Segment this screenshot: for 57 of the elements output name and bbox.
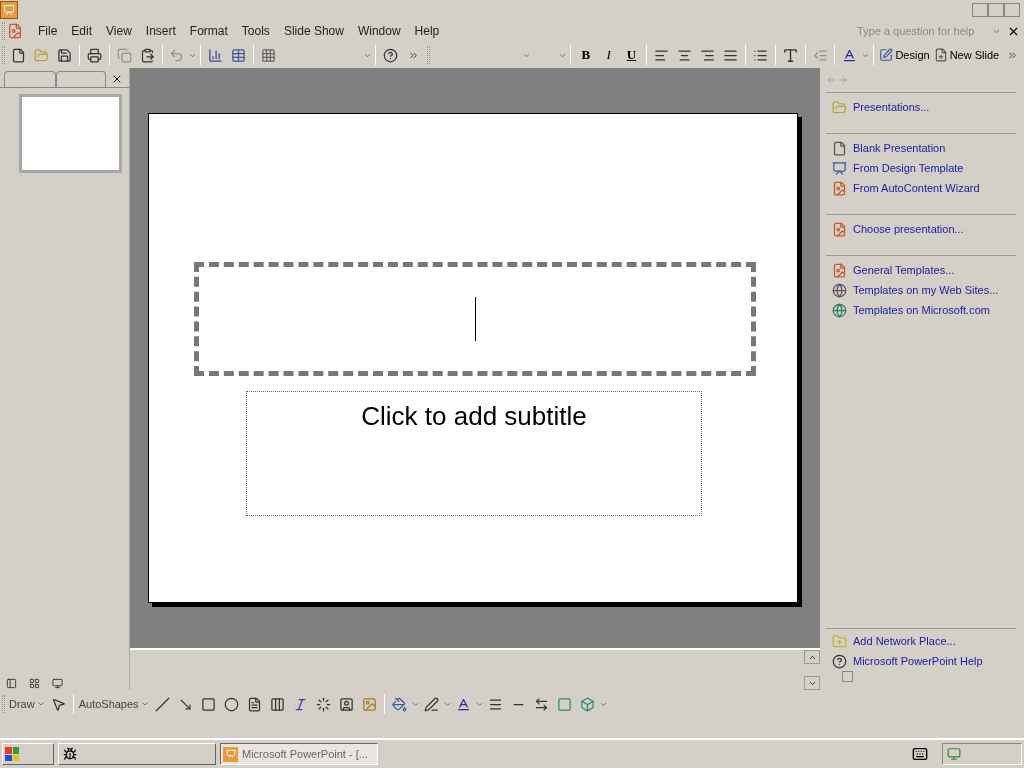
- caret-icon: [140, 700, 149, 708]
- start-button[interactable]: [2, 743, 54, 765]
- menu-item[interactable]: File: [31, 22, 65, 40]
- task-pane-link[interactable]: Presentations...: [832, 97, 1016, 117]
- menu-item[interactable]: Edit: [64, 22, 100, 40]
- close-icon[interactable]: [111, 73, 123, 85]
- task-pane-link[interactable]: Choose presentation...: [832, 219, 1016, 239]
- italic-button[interactable]: I: [597, 45, 621, 65]
- app-icon: [223, 746, 238, 762]
- program-icon: [63, 747, 77, 761]
- help-icon: [832, 653, 847, 669]
- caret-icon: [36, 700, 45, 708]
- menu-item[interactable]: Help: [407, 22, 447, 40]
- menu-item[interactable]: Insert: [138, 22, 183, 40]
- task-pane-link[interactable]: Blank Presentation: [832, 138, 1016, 158]
- autoshapes-menu-button[interactable]: AutoShapes: [76, 695, 151, 713]
- menu-item[interactable]: Format: [182, 22, 235, 40]
- app-icon[interactable]: [0, 1, 18, 19]
- scroll-down-icon[interactable]: [804, 676, 820, 690]
- bold-button[interactable]: B: [574, 45, 598, 65]
- close-button[interactable]: [1004, 3, 1020, 17]
- task-pane-link[interactable]: From Design Template: [832, 158, 1016, 178]
- folder-icon: [832, 633, 847, 649]
- task-pane-link[interactable]: General Templates...: [832, 260, 1016, 280]
- taskbar-button[interactable]: [58, 743, 216, 765]
- new-page-icon: [933, 48, 948, 62]
- new-slide-button[interactable]: New Slide: [931, 46, 1002, 64]
- task-pane-link[interactable]: From AutoContent Wizard: [832, 178, 1016, 198]
- slide-thumbnail[interactable]: [19, 94, 122, 173]
- minimize-button[interactable]: [972, 3, 988, 17]
- menu-item[interactable]: View: [99, 22, 139, 40]
- task-pane-link[interactable]: Microsoft PowerPoint Help: [832, 651, 983, 671]
- blank-page-icon: [832, 140, 847, 156]
- task-pane-link[interactable]: Templates on Microsoft.com: [832, 300, 1016, 320]
- taskbar-button[interactable]: Microsoft PowerPoint - [...: [220, 743, 378, 765]
- design-button[interactable]: Design: [877, 46, 932, 64]
- slides-tab[interactable]: [56, 71, 106, 87]
- draw-menu-button[interactable]: Draw: [7, 695, 47, 713]
- maximize-button[interactable]: [988, 3, 1004, 17]
- keyboard-icon[interactable]: [912, 746, 928, 762]
- menu-item[interactable]: Tools: [234, 22, 277, 40]
- text-cursor: [474, 297, 476, 341]
- menu-item[interactable]: Slide Show: [276, 22, 351, 40]
- menu-item[interactable]: Window: [350, 22, 408, 40]
- task-pane-link[interactable]: Add Network Place...: [832, 631, 956, 651]
- globe-icon: [832, 302, 847, 318]
- windows-logo-icon: [5, 747, 19, 761]
- help-search-field[interactable]: Type a question for help: [857, 22, 992, 40]
- task-pane-link[interactable]: Templates on my Web Sites...: [832, 280, 1016, 300]
- document-icon: [832, 221, 847, 237]
- checkbox[interactable]: [842, 671, 853, 682]
- pen-icon: [879, 48, 894, 62]
- title-placeholder[interactable]: [194, 262, 756, 376]
- scroll-up-icon[interactable]: [804, 650, 820, 664]
- folder-icon: [832, 99, 847, 115]
- document-icon[interactable]: [7, 23, 23, 39]
- underline-button[interactable]: U: [620, 45, 643, 65]
